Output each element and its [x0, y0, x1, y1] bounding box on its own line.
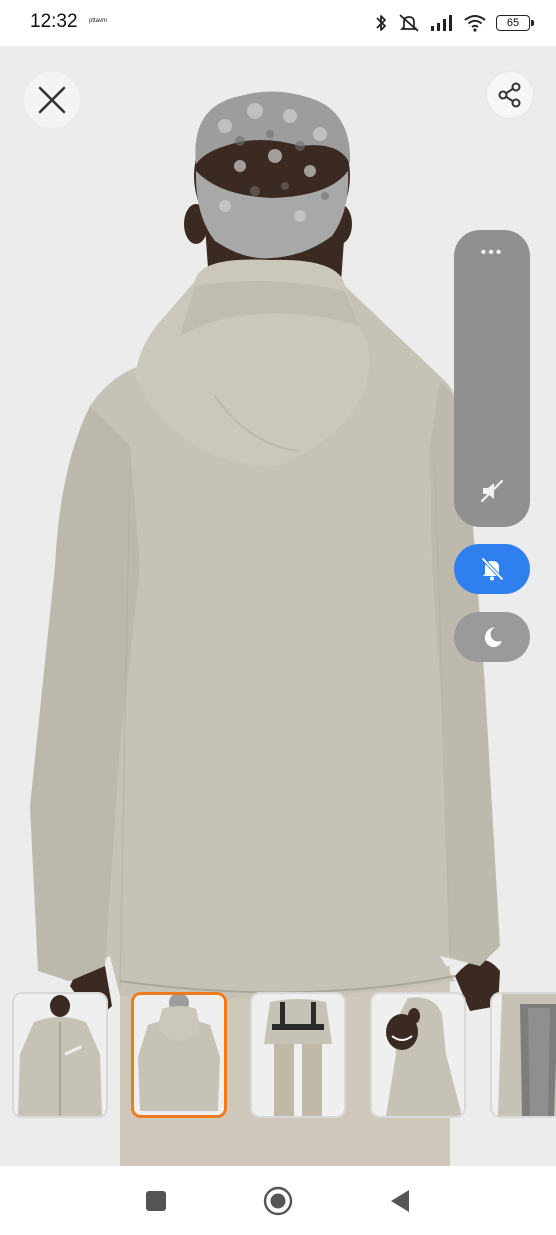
home-button[interactable] — [261, 1184, 295, 1218]
volume-mute-icon — [480, 479, 504, 503]
thumbnail-strip[interactable] — [0, 992, 556, 1126]
status-bar: 12:32 pttavm 65 — [0, 0, 556, 46]
back-icon — [391, 1190, 409, 1212]
wifi-icon — [464, 15, 486, 32]
status-time: 12:32 — [30, 11, 78, 32]
thumbnail-item[interactable] — [12, 992, 108, 1118]
thumbnail-image — [134, 995, 224, 1115]
moon-icon — [484, 627, 502, 648]
recent-apps-icon — [146, 1191, 166, 1211]
silent-vibrate-icon — [399, 14, 419, 32]
thumbnail-item-selected[interactable] — [131, 992, 227, 1118]
thumbnail-item[interactable] — [250, 992, 346, 1118]
do-not-disturb-button[interactable] — [454, 544, 530, 594]
image-viewer[interactable]: ••• — [0, 46, 556, 1166]
recent-apps-button[interactable] — [139, 1184, 173, 1218]
battery-level: 65 — [506, 17, 520, 29]
battery-icon: 65 — [496, 15, 534, 31]
volume-slider-panel[interactable]: ••• — [454, 230, 530, 527]
share-icon — [498, 82, 521, 108]
thumbnail-item[interactable] — [490, 992, 556, 1118]
close-icon — [38, 86, 66, 114]
status-icons: 65 — [374, 10, 534, 36]
thumbnail-image — [252, 994, 344, 1116]
thumbnail-item[interactable] — [370, 992, 466, 1118]
system-nav-bar — [0, 1166, 556, 1235]
status-carrier: pttavm — [89, 18, 108, 24]
panel-more-icon[interactable]: ••• — [454, 245, 530, 261]
thumbnail-image — [14, 994, 106, 1116]
bluetooth-icon — [376, 15, 386, 31]
back-button[interactable] — [383, 1184, 417, 1218]
home-icon — [263, 1186, 293, 1216]
night-mode-button[interactable] — [454, 612, 530, 662]
signal-icon — [431, 15, 452, 31]
thumbnail-image — [372, 994, 464, 1116]
bell-off-icon — [481, 557, 504, 581]
share-button[interactable] — [487, 72, 533, 118]
close-button[interactable] — [24, 72, 80, 128]
thumbnail-image — [492, 994, 556, 1116]
